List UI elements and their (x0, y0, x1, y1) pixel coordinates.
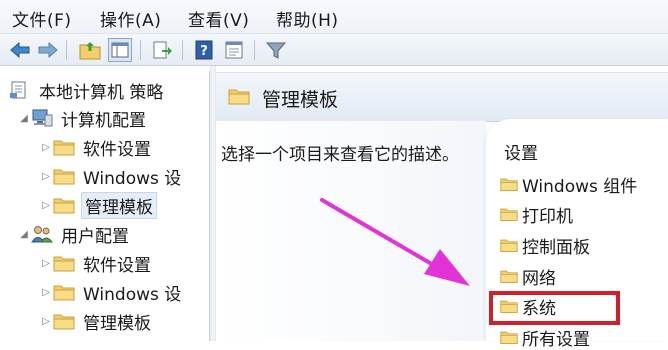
toolbar-separator (140, 40, 141, 60)
toolbar-separator (254, 40, 255, 60)
tree-item-user-config[interactable]: ◢ 用户配置 (17, 221, 131, 247)
up-folder-icon[interactable] (78, 38, 102, 62)
list-item-label: 网络 (522, 268, 556, 289)
folder-icon (500, 206, 518, 222)
menu-file[interactable]: 文件(F) (12, 6, 72, 31)
toolbar-separator (66, 40, 67, 60)
list-item-printers[interactable]: 打印机 (500, 201, 573, 227)
description-panel: 选择一个项目来查看它的描述。 (216, 121, 486, 341)
list-item-label: 所有设置 (522, 329, 590, 350)
tree-label: 管理模板 (81, 191, 157, 219)
toolbar: ? (0, 34, 668, 66)
properties-icon[interactable] (222, 38, 246, 62)
tree-label: 用户配置 (61, 226, 129, 247)
expanded-arrow-icon[interactable]: ◢ (17, 113, 31, 124)
svg-text:?: ? (200, 44, 208, 59)
tree-item-admin-templates[interactable]: ▷ 管理模板 (39, 191, 157, 219)
tree-item-windows-settings[interactable]: ▷ Windows 设 (39, 163, 183, 189)
tree-item-user-admin-templates[interactable]: ▷ 管理模板 (39, 308, 153, 334)
tree-item-software-settings[interactable]: ▷ 软件设置 (39, 134, 153, 160)
collapsed-arrow-icon[interactable]: ▷ (39, 316, 53, 327)
folder-icon (500, 237, 518, 253)
tree-label: Windows 设 (83, 168, 182, 189)
menu-bar: 文件(F) 操作(A) 查看(V) 帮助(H) (0, 0, 668, 34)
details-title: 管理模板 (262, 89, 339, 111)
policy-document-icon (9, 81, 31, 99)
folder-icon (228, 87, 250, 105)
tree-item-computer-config[interactable]: ◢ 计算机配置 (17, 105, 148, 131)
tree-label: 软件设置 (83, 139, 151, 160)
tree-label: 管理模板 (83, 313, 151, 334)
collapsed-arrow-icon[interactable]: ▷ (39, 200, 53, 211)
list-item-all-settings[interactable]: 所有设置 (500, 324, 590, 350)
list-item-label: Windows 组件 (522, 176, 638, 197)
collapsed-arrow-icon[interactable]: ▷ (39, 287, 53, 298)
description-text: 选择一个项目来查看它的描述。 (221, 145, 459, 165)
folder-icon (53, 138, 75, 156)
tree-item-user-windows-settings[interactable]: ▷ Windows 设 (39, 279, 183, 305)
users-icon (31, 225, 54, 243)
menu-view[interactable]: 查看(V) (188, 6, 249, 31)
folder-icon (500, 268, 518, 284)
collapsed-arrow-icon[interactable]: ▷ (39, 171, 53, 182)
list-item-control-panel[interactable]: 控制面板 (500, 232, 590, 258)
tree-label: Windows 设 (83, 284, 182, 305)
tree-item-user-software-settings[interactable]: ▷ 软件设置 (39, 250, 153, 276)
console-tree-icon[interactable] (108, 38, 132, 62)
column-header-settings[interactable]: 设置 (504, 139, 538, 164)
details-header: 管理模板 (216, 72, 668, 122)
list-item-label: 控制面板 (522, 237, 590, 258)
console-tree: 本地计算机 策略 ◢ 计算机配置 ▷ 软件设置 ▷ Windows 设 ▷ 管理… (5, 71, 210, 341)
back-arrow-icon[interactable] (8, 38, 32, 62)
tree-label: 软件设置 (83, 255, 151, 276)
list-item-network[interactable]: 网络 (500, 263, 556, 289)
list-item-label: 打印机 (522, 206, 573, 227)
folder-icon (53, 283, 75, 301)
folder-icon (53, 312, 75, 330)
help-icon[interactable]: ? (192, 38, 216, 62)
forward-arrow-icon[interactable] (36, 38, 60, 62)
folder-icon (53, 167, 75, 185)
folder-icon (53, 196, 75, 214)
tree-label: 本地计算机 策略 (39, 82, 164, 103)
folder-icon (500, 176, 518, 192)
list-item-windows-components[interactable]: Windows 组件 (500, 171, 637, 197)
tree-label: 计算机配置 (61, 110, 146, 131)
menu-help[interactable]: 帮助(H) (276, 6, 339, 31)
filter-icon[interactable] (264, 38, 288, 62)
collapsed-arrow-icon[interactable]: ▷ (39, 258, 53, 269)
menu-action[interactable]: 操作(A) (100, 6, 161, 31)
tree-item-root[interactable]: 本地计算机 策略 (9, 77, 165, 103)
highlight-box (489, 291, 620, 325)
export-list-icon[interactable] (150, 38, 174, 62)
folder-icon (500, 329, 518, 345)
expanded-arrow-icon[interactable]: ◢ (17, 229, 31, 240)
computer-icon (31, 109, 53, 127)
toolbar-separator (182, 40, 183, 60)
folder-icon (53, 254, 75, 272)
collapsed-arrow-icon[interactable]: ▷ (39, 142, 53, 153)
